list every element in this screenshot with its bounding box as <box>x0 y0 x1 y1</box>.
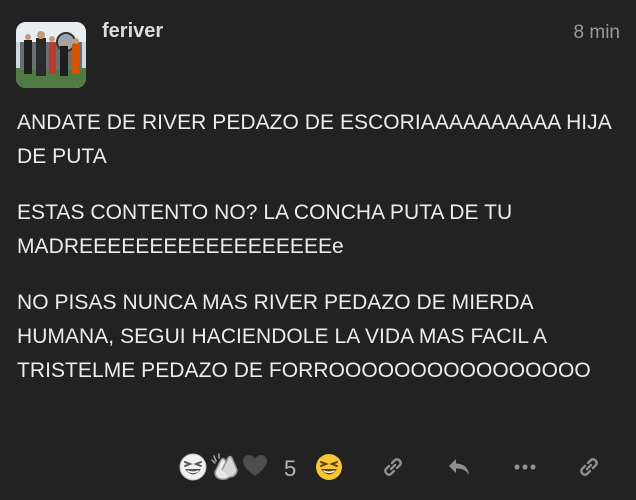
reply-button[interactable] <box>444 452 474 482</box>
post-header: feriver 8 min <box>16 18 620 88</box>
like-button[interactable] <box>314 452 344 482</box>
heart-icon[interactable] <box>241 452 269 480</box>
share-link-button[interactable] <box>574 452 604 482</box>
post-paragraph: ANDATE DE RIVER PEDAZO DE ESCORIAAAAAAAA… <box>17 111 611 168</box>
link-icon <box>580 458 598 476</box>
reaction-count: 5 <box>284 456 297 481</box>
avatar-image <box>16 22 86 88</box>
link-icon <box>384 458 402 476</box>
post-paragraph: ESTAS CONTENTO NO? LA CONCHA PUTA DE TU … <box>17 201 513 258</box>
more-icon <box>514 464 536 470</box>
post-time[interactable]: 8 min <box>574 22 620 44</box>
reply-icon <box>449 459 469 475</box>
clapping-hands-emoji[interactable] <box>209 452 241 482</box>
post-body: ANDATE DE RIVER PEDAZO DE ESCORIAAAAAAAA… <box>17 106 621 410</box>
grinning-squint-emoji[interactable] <box>178 452 208 482</box>
copy-link-button[interactable] <box>378 452 408 482</box>
grinning-squint-emoji <box>316 454 342 480</box>
more-button[interactable] <box>510 452 540 482</box>
username[interactable]: feriver <box>102 20 163 43</box>
post-paragraph: NO PISAS NUNCA MAS RIVER PEDAZO DE MIERD… <box>17 291 591 382</box>
avatar[interactable] <box>16 22 86 88</box>
post-actions: 5 <box>0 448 636 488</box>
